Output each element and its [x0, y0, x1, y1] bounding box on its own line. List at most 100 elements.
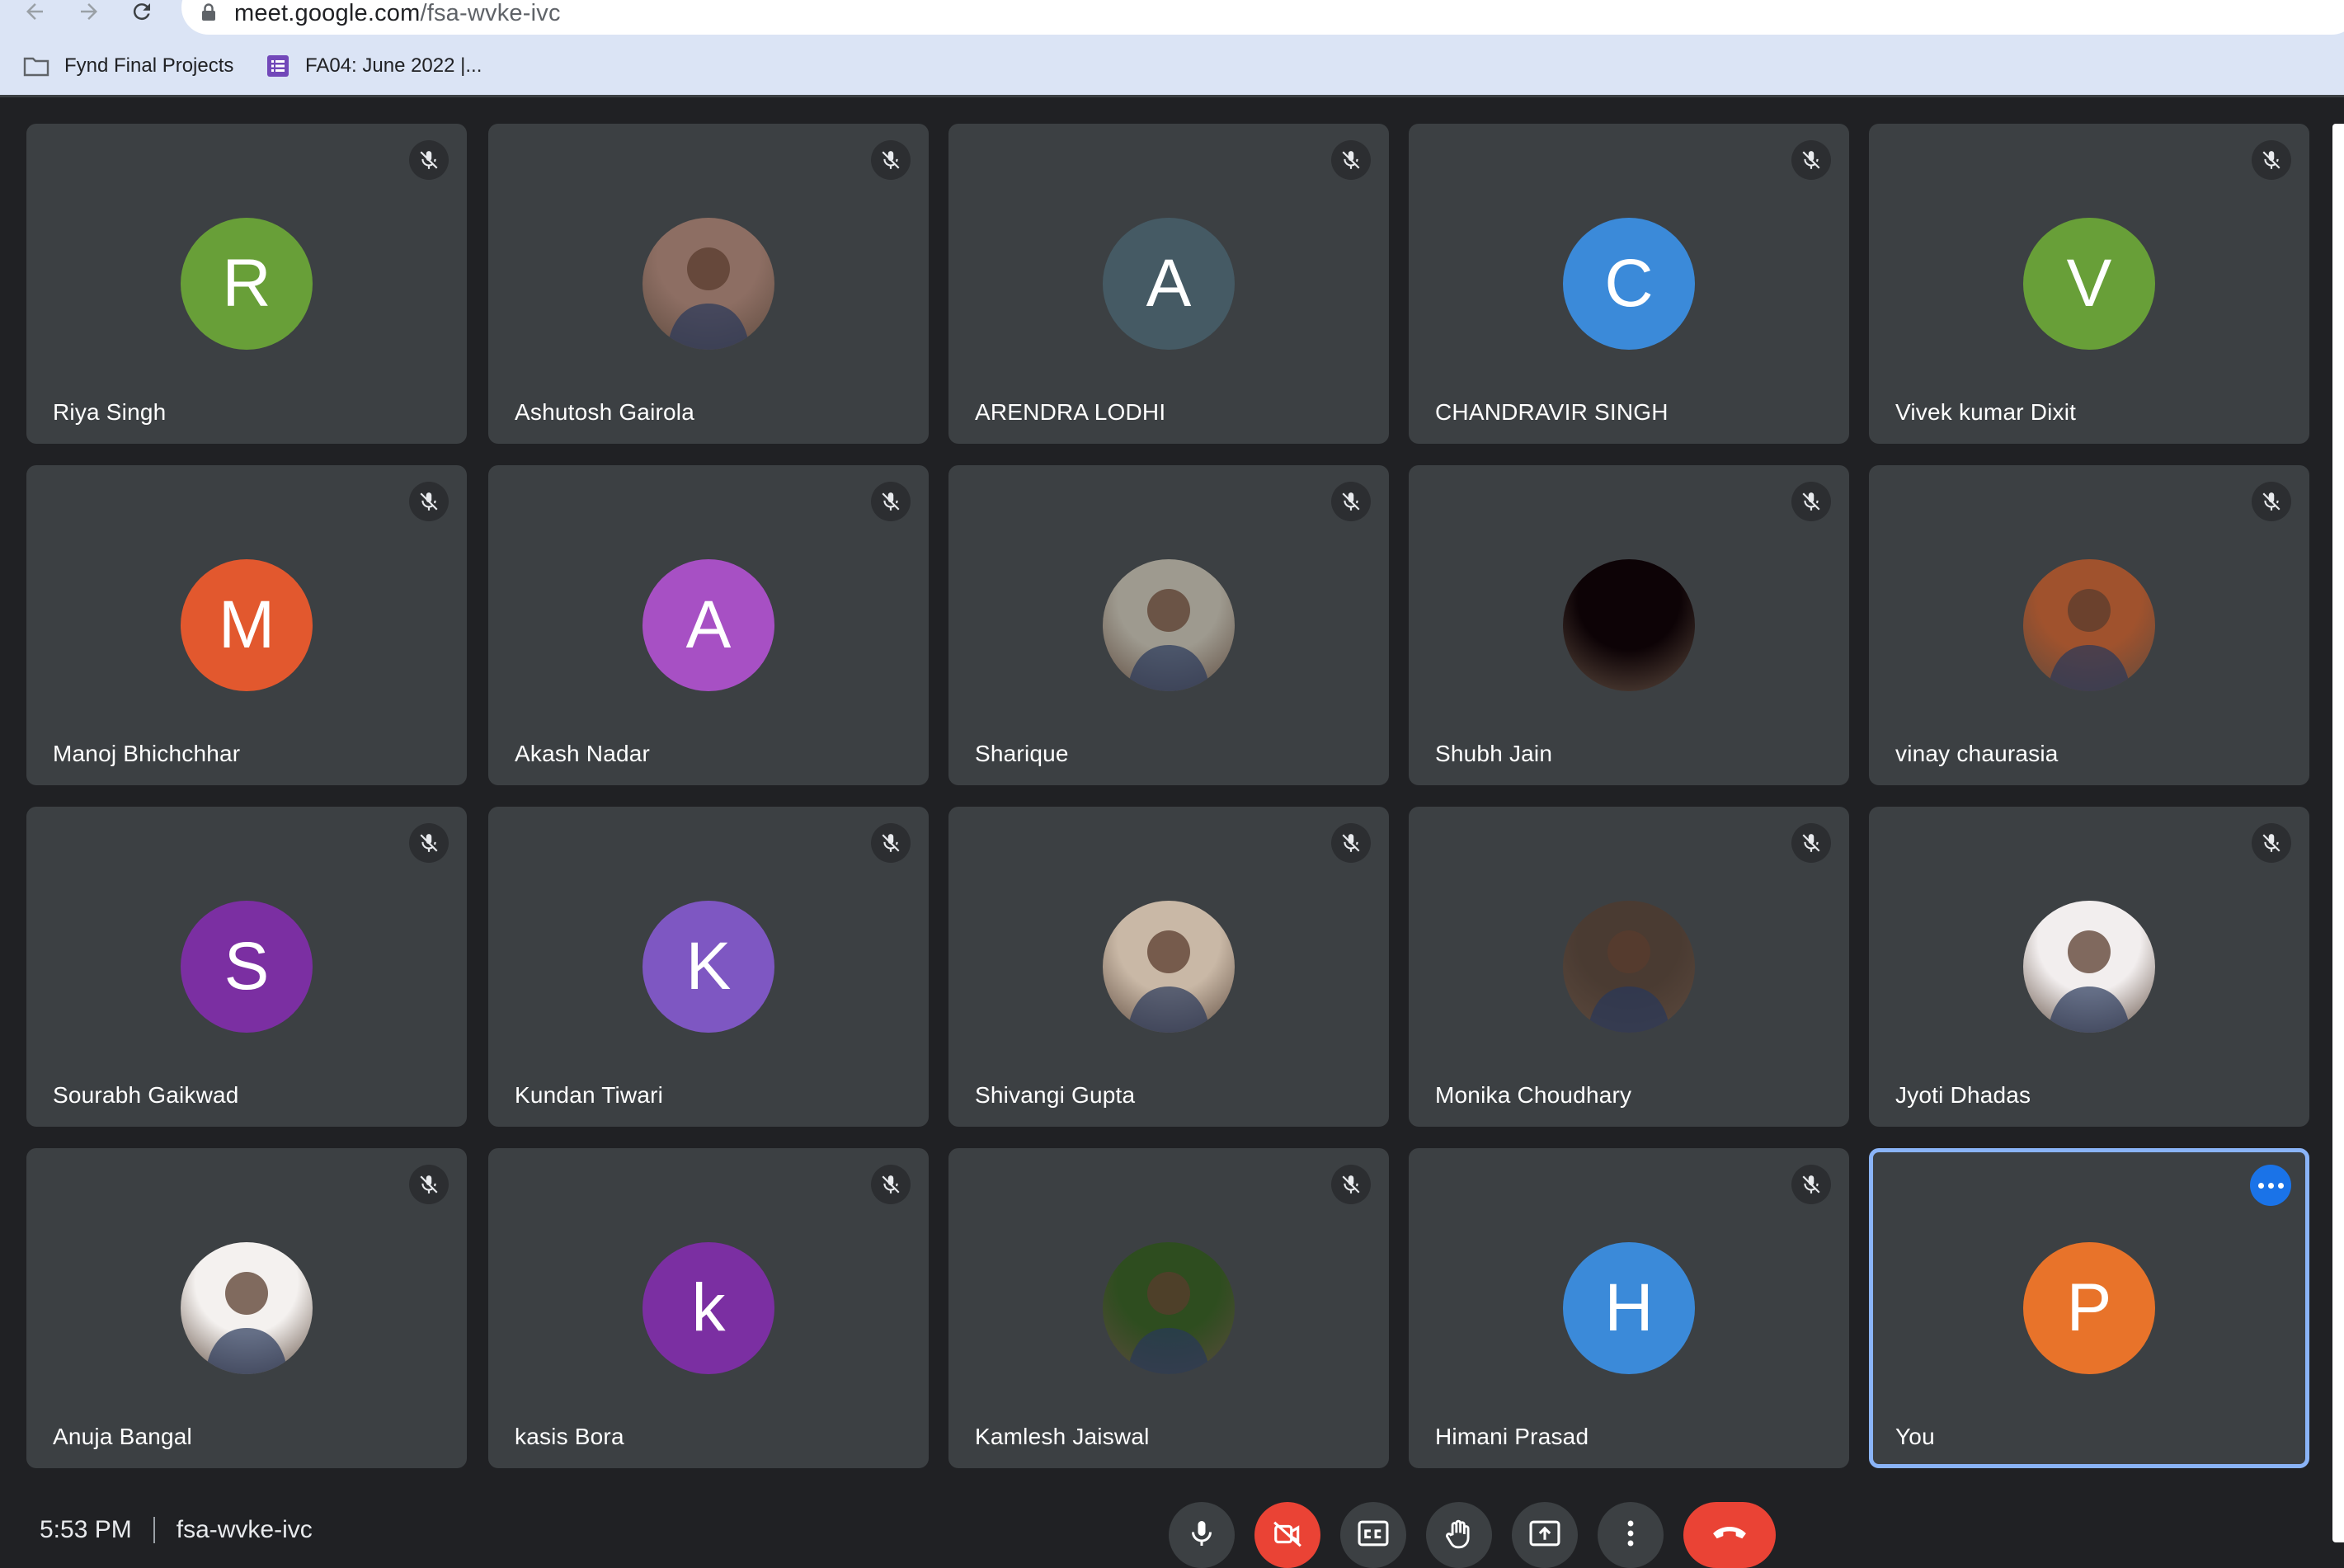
captions-icon	[1358, 1520, 1389, 1547]
profile-photo-avatar	[642, 218, 774, 350]
leave-call-button[interactable]	[1683, 1502, 1776, 1568]
participant-tile[interactable]: M Manoj Bhichchhar	[26, 465, 467, 785]
participant-tile[interactable]: A Akash Nadar	[488, 465, 929, 785]
participant-tile[interactable]: Shubh Jain	[1409, 465, 1849, 785]
participant-name: Shivangi Gupta	[975, 1082, 1136, 1108]
back-arrow-icon[interactable]	[18, 0, 51, 28]
participant-tile[interactable]: H Himani Prasad	[1409, 1148, 1849, 1468]
mic-off-icon	[1791, 482, 1831, 521]
folder-icon	[23, 57, 49, 77]
captions-button[interactable]	[1340, 1502, 1406, 1568]
profile-photo-avatar	[1563, 559, 1695, 691]
mic-off-icon	[409, 482, 449, 521]
participant-name: Kamlesh Jaiswal	[975, 1424, 1150, 1449]
initial-avatar: M	[181, 559, 313, 691]
mic-off-icon	[1791, 1165, 1831, 1204]
camera-off-button[interactable]	[1254, 1502, 1320, 1568]
participant-name: Jyoti Dhadas	[1895, 1082, 2031, 1108]
participant-tile[interactable]: Sharique	[948, 465, 1389, 785]
microphone-icon	[1192, 1521, 1212, 1546]
mic-off-icon	[1791, 823, 1831, 863]
more-vert-icon	[1627, 1520, 1634, 1547]
mic-off-icon	[2252, 482, 2291, 521]
mic-off-icon	[871, 1165, 911, 1204]
meeting-time: 5:53 PM	[40, 1516, 132, 1543]
participant-tile[interactable]: vinay chaurasia	[1869, 465, 2309, 785]
lock-icon	[202, 3, 215, 21]
raise-hand-button[interactable]	[1426, 1502, 1492, 1568]
mic-off-icon	[409, 1165, 449, 1204]
participant-name: vinay chaurasia	[1895, 741, 2059, 766]
participant-name: Himani Prasad	[1435, 1424, 1589, 1449]
participant-tile[interactable]: C CHANDRAVIR SINGH	[1409, 124, 1849, 444]
mic-off-icon	[2252, 823, 2291, 863]
participant-tile[interactable]: Shivangi Gupta	[948, 807, 1389, 1127]
participant-tile[interactable]: Ashutosh Gairola	[488, 124, 929, 444]
participant-name: Riya Singh	[53, 399, 167, 425]
forward-arrow-icon[interactable]	[73, 0, 106, 28]
mic-off-icon	[1331, 823, 1371, 863]
mic-off-icon	[409, 823, 449, 863]
initial-avatar: S	[181, 901, 313, 1033]
mic-off-icon	[871, 140, 911, 180]
participant-tile[interactable]: Anuja Bangal	[26, 1148, 467, 1468]
browser-toolbar: meet.google.com/fsa-wvke-ivc	[0, 0, 2344, 35]
participant-tile[interactable]: A ARENDRA LODHI	[948, 124, 1389, 444]
initial-avatar: A	[642, 559, 774, 691]
mic-off-icon	[871, 482, 911, 521]
participant-tile[interactable]: Monika Choudhary	[1409, 807, 1849, 1127]
initial-avatar: A	[1103, 218, 1235, 350]
participant-name: Sourabh Gaikwad	[53, 1082, 239, 1108]
initial-avatar: K	[642, 901, 774, 1033]
participant-name: ARENDRA LODHI	[975, 399, 1166, 425]
bookmark-label: FA04: June 2022 |...	[305, 54, 482, 77]
initial-avatar: k	[642, 1242, 774, 1374]
participant-name: Ashutosh Gairola	[515, 399, 694, 425]
more-options-button[interactable]	[1598, 1502, 1664, 1568]
present-screen-button[interactable]	[1512, 1502, 1578, 1568]
initial-avatar: H	[1563, 1242, 1695, 1374]
profile-photo-avatar	[1563, 901, 1695, 1033]
url-text: meet.google.com/fsa-wvke-ivc	[234, 0, 561, 27]
meeting-code: fsa-wvke-ivc	[176, 1516, 313, 1543]
participant-tile[interactable]: Kamlesh Jaiswal	[948, 1148, 1389, 1468]
participant-name: Monika Choudhary	[1435, 1082, 1632, 1108]
participant-name: Shubh Jain	[1435, 741, 1553, 766]
participant-name: Vivek kumar Dixit	[1895, 399, 2077, 425]
initial-avatar: R	[181, 218, 313, 350]
url-path: /fsa-wvke-ivc	[420, 0, 561, 26]
info-divider	[153, 1517, 155, 1543]
bookmarks-bar: Fynd Final Projects FA04: June 2022 |...	[0, 48, 2344, 84]
participant-tile[interactable]: P You	[1869, 1148, 2309, 1468]
tile-more-options-icon[interactable]	[2250, 1165, 2291, 1206]
reload-icon[interactable]	[125, 0, 158, 28]
camera-off-icon	[1273, 1521, 1301, 1547]
participant-name: Manoj Bhichchhar	[53, 741, 241, 766]
participant-tile[interactable]: V Vivek kumar Dixit	[1869, 124, 2309, 444]
microphone-button[interactable]	[1169, 1502, 1235, 1568]
meeting-info: 5:53 PM fsa-wvke-ivc	[40, 1516, 313, 1544]
url-host: meet.google.com	[234, 0, 421, 26]
participant-tile[interactable]: R Riya Singh	[26, 124, 467, 444]
participant-name: Anuja Bangal	[53, 1424, 192, 1449]
mic-off-icon	[871, 823, 911, 863]
participant-tile[interactable]: k kasis Bora	[488, 1148, 929, 1468]
participant-name: You	[1895, 1424, 1935, 1449]
profile-photo-avatar	[2023, 559, 2155, 691]
phone-hangup-icon	[1713, 1527, 1746, 1539]
participant-name: Akash Nadar	[515, 741, 651, 766]
side-panel-edge	[2332, 124, 2344, 1542]
participant-tile[interactable]: S Sourabh Gaikwad	[26, 807, 467, 1127]
mic-off-icon	[1331, 1165, 1371, 1204]
bookmark-fynd-final-projects[interactable]: Fynd Final Projects	[23, 48, 233, 84]
bookmark-label: Fynd Final Projects	[64, 54, 234, 77]
participant-tile[interactable]: K Kundan Tiwari	[488, 807, 929, 1127]
profile-photo-avatar	[1103, 1242, 1235, 1374]
bookmark-fa04-june-2022[interactable]: FA04: June 2022 |...	[266, 48, 482, 84]
initial-avatar: V	[2023, 218, 2155, 350]
profile-photo-avatar	[2023, 901, 2155, 1033]
participant-tile[interactable]: Jyoti Dhadas	[1869, 807, 2309, 1127]
sheets-icon	[267, 55, 289, 77]
participant-name: Kundan Tiwari	[515, 1082, 664, 1108]
initial-avatar: C	[1563, 218, 1695, 350]
